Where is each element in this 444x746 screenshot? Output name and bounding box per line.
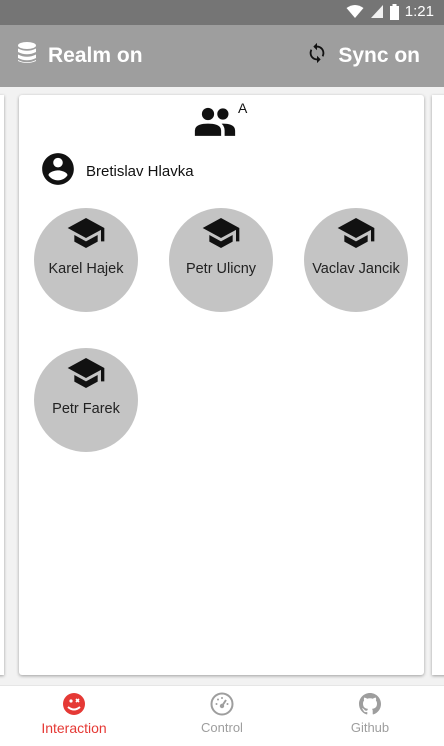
group-icon bbox=[194, 106, 236, 141]
wifi-icon bbox=[346, 4, 364, 19]
account-circle-icon bbox=[39, 150, 77, 193]
database-icon bbox=[16, 41, 38, 71]
content-pager[interactable]: A Bretislav Hlavka Karel Hajek Petr Ulic… bbox=[0, 87, 444, 685]
realm-toggle[interactable]: Realm on bbox=[0, 41, 143, 71]
nav-label-control: Control bbox=[201, 720, 243, 735]
graduation-cap-icon bbox=[66, 216, 106, 255]
student-bubble[interactable]: Vaclav Jancik bbox=[304, 208, 408, 312]
group-letter: A bbox=[238, 100, 248, 116]
battery-icon bbox=[389, 3, 399, 20]
bottom-navigation: Interaction Control Github bbox=[0, 685, 444, 746]
sync-icon bbox=[306, 41, 328, 71]
teacher-row: Bretislav Hlavka bbox=[39, 150, 194, 193]
graduation-cap-icon bbox=[66, 356, 106, 395]
group-card[interactable]: A Bretislav Hlavka Karel Hajek Petr Ulic… bbox=[19, 95, 424, 675]
next-card-edge[interactable] bbox=[432, 95, 444, 675]
graduation-cap-icon bbox=[336, 216, 376, 255]
student-bubble[interactable]: Karel Hajek bbox=[34, 208, 138, 312]
nav-label-interaction: Interaction bbox=[41, 720, 107, 736]
github-icon bbox=[358, 692, 382, 721]
speedometer-icon bbox=[210, 692, 234, 721]
nav-item-interaction[interactable]: Interaction bbox=[0, 686, 148, 746]
student-bubble[interactable]: Petr Ulicny bbox=[169, 208, 273, 312]
nav-item-github[interactable]: Github bbox=[296, 686, 444, 746]
graduation-cap-icon bbox=[201, 216, 241, 255]
nav-item-control[interactable]: Control bbox=[148, 686, 296, 746]
interaction-icon bbox=[62, 692, 86, 721]
status-time: 1:21 bbox=[404, 3, 434, 20]
student-name: Vaclav Jancik bbox=[312, 261, 400, 277]
student-bubble[interactable]: Petr Farek bbox=[34, 348, 138, 452]
sync-label: Sync on bbox=[338, 44, 420, 67]
group-header: A bbox=[194, 100, 254, 136]
signal-icon bbox=[370, 4, 384, 19]
teacher-name: Bretislav Hlavka bbox=[86, 163, 194, 180]
app-bar: Realm on Sync on bbox=[0, 25, 444, 87]
previous-card-edge[interactable] bbox=[0, 95, 4, 675]
student-name: Karel Hajek bbox=[48, 261, 124, 277]
nav-label-github: Github bbox=[350, 720, 390, 735]
status-bar: 1:21 bbox=[0, 0, 444, 25]
realm-label: Realm on bbox=[48, 44, 143, 67]
student-name: Petr Ulicny bbox=[185, 261, 257, 277]
sync-toggle[interactable]: Sync on bbox=[306, 41, 444, 71]
student-name: Petr Farek bbox=[52, 401, 120, 417]
